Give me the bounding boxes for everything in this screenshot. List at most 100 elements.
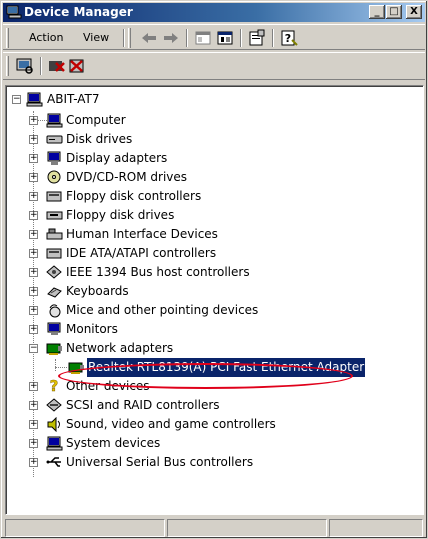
toolbar-grip[interactable] <box>6 56 9 76</box>
tree-item-mice[interactable]: + Mice and other pointing devices <box>6 301 406 320</box>
expand-icon[interactable]: + <box>29 211 38 220</box>
network-adapter-icon <box>46 343 62 355</box>
scsi-icon <box>46 398 62 412</box>
computer-icon <box>46 113 63 128</box>
expand-icon[interactable]: + <box>29 268 38 277</box>
expand-icon[interactable]: + <box>29 458 38 467</box>
tree-connector <box>55 367 67 368</box>
tree-item-dvd-cdrom[interactable]: + DVD/CD-ROM drives <box>6 168 406 187</box>
expand-icon[interactable]: + <box>29 306 38 315</box>
tree-item-label: DVD/CD-ROM drives <box>66 170 188 184</box>
tree-item-system-devices[interactable]: + System devices <box>6 434 406 453</box>
tree-item-floppy-controllers[interactable]: + Floppy disk controllers <box>6 187 406 206</box>
system-device-icon <box>46 436 63 451</box>
expand-icon[interactable]: + <box>29 249 38 258</box>
tree-item-label: SCSI and RAID controllers <box>66 398 220 412</box>
expand-icon[interactable]: + <box>29 439 38 448</box>
disable-icon[interactable] <box>67 57 87 75</box>
status-pane <box>329 519 423 537</box>
menu-view-label: View <box>83 31 110 44</box>
tree-item-label: Universal Serial Bus controllers <box>66 455 254 469</box>
hid-icon <box>46 228 63 240</box>
tree-item-ieee1394[interactable]: + IEEE 1394 Bus host controllers <box>6 263 406 282</box>
mouse-icon <box>49 304 61 318</box>
minimize-button[interactable]: _ <box>369 5 385 19</box>
status-pane <box>167 519 327 537</box>
tree-item-label: Monitors <box>66 322 118 336</box>
tree-item-label: IEEE 1394 Bus host controllers <box>66 265 250 279</box>
tree-item-label: Disk drives <box>66 132 133 146</box>
tree-item-network-adapters[interactable]: − Network adapters <box>6 339 406 358</box>
computer-root-icon <box>26 92 43 107</box>
uninstall-icon[interactable] <box>47 57 67 75</box>
tree-item-keyboards[interactable]: + Keyboards <box>6 282 406 301</box>
display-adapter-icon <box>47 151 61 165</box>
floppy-controller-icon <box>46 191 62 202</box>
expand-icon[interactable]: + <box>29 230 38 239</box>
tree-item-usb[interactable]: + Universal Serial Bus controllers <box>6 453 406 472</box>
svg-text:?: ? <box>50 378 59 393</box>
tree-root[interactable]: − ABIT-AT7 <box>9 90 409 109</box>
scan-hardware-icon[interactable] <box>15 57 35 75</box>
tree-root-label: ABIT-AT7 <box>47 92 100 106</box>
tree-item-monitors[interactable]: + Monitors <box>6 320 406 339</box>
tree-item-label: Mice and other pointing devices <box>66 303 259 317</box>
title-bar[interactable]: Device Manager _ □ X <box>3 3 425 22</box>
menu-action[interactable]: Action <box>29 31 63 44</box>
maximize-button[interactable]: □ <box>386 5 402 19</box>
collapse-icon[interactable]: − <box>29 344 38 353</box>
tree-item-label: Network adapters <box>66 341 174 355</box>
expand-icon[interactable]: + <box>29 420 38 429</box>
expand-icon[interactable]: + <box>29 173 38 182</box>
tree-item-ide-controllers[interactable]: + IDE ATA/ATAPI controllers <box>6 244 406 263</box>
expand-icon[interactable]: + <box>29 401 38 410</box>
expand-icon[interactable]: + <box>29 135 38 144</box>
expand-icon[interactable]: + <box>29 116 38 125</box>
tree-item-scsi[interactable]: + SCSI and RAID controllers <box>6 396 406 415</box>
help-icon[interactable]: ? <box>279 29 299 47</box>
menu-toolbar: Action View ? <box>3 24 425 50</box>
forward-arrow-icon[interactable] <box>161 29 181 47</box>
expand-icon[interactable]: + <box>29 154 38 163</box>
device-tree[interactable]: − ABIT-AT7 + Computer + Disk drives + Di… <box>5 85 424 515</box>
usb-icon <box>46 457 61 467</box>
tree-item-label: IDE ATA/ATAPI controllers <box>66 246 217 260</box>
view-icon[interactable] <box>215 29 235 47</box>
tree-item-label: Display adapters <box>66 151 168 165</box>
toolbar-separator <box>240 29 242 47</box>
unknown-device-icon: ? <box>49 378 59 393</box>
expand-icon[interactable]: + <box>29 192 38 201</box>
show-hide-tree-icon[interactable] <box>193 29 213 47</box>
disk-drive-icon <box>46 135 63 144</box>
tree-item-label: System devices <box>66 436 161 450</box>
expand-icon[interactable]: + <box>29 287 38 296</box>
sound-icon <box>47 417 60 432</box>
window-title: Device Manager <box>24 5 133 19</box>
ide-controller-icon <box>46 248 62 259</box>
menu-action-label: Action <box>29 31 64 44</box>
tree-item-computer[interactable]: + Computer <box>6 111 406 130</box>
expand-icon[interactable]: + <box>29 382 38 391</box>
svg-text:?: ? <box>285 32 291 45</box>
back-arrow-icon[interactable] <box>139 29 159 47</box>
toolbar-grip[interactable] <box>128 28 131 48</box>
menu-view[interactable]: View <box>83 31 109 44</box>
tree-item-floppy-drives[interactable]: + Floppy disk drives <box>6 206 406 225</box>
device-manager-icon <box>6 5 22 19</box>
expand-icon[interactable]: + <box>29 325 38 334</box>
status-bar <box>3 518 425 538</box>
toolbar-grip[interactable] <box>6 28 9 48</box>
tree-item-display-adapters[interactable]: + Display adapters <box>6 149 406 168</box>
tree-item-label: Keyboards <box>66 284 129 298</box>
tree-item-label: Computer <box>66 113 126 127</box>
device-toolbar <box>3 52 425 80</box>
tree-item-sound[interactable]: + Sound, video and game controllers <box>6 415 406 434</box>
toolbar-separator <box>186 29 188 47</box>
close-button[interactable]: X <box>406 5 422 19</box>
device-manager-window: Device Manager _ □ X Action View ? − ABI… <box>0 0 428 539</box>
tree-item-disk-drives[interactable]: + Disk drives <box>6 130 406 149</box>
properties-icon[interactable] <box>247 29 267 47</box>
tree-item-hid[interactable]: + Human Interface Devices <box>6 225 406 244</box>
collapse-icon[interactable]: − <box>12 95 21 104</box>
cdrom-icon <box>47 170 61 184</box>
